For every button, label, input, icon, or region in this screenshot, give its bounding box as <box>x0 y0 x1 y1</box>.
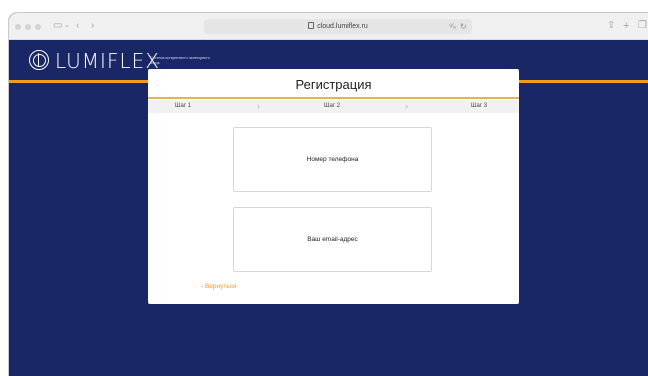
phone-option-button[interactable]: Номер телефона <box>233 127 432 192</box>
browser-window: ▭ ⌄ ‹ › cloud.lumiflex.ru ⁹⁄ₐ ↻ ⇪ + ❐ LU… <box>9 13 648 376</box>
email-option-button[interactable]: Ваш email-адрес <box>233 207 432 272</box>
browser-toolbar: ▭ ⌄ ‹ › cloud.lumiflex.ru ⁹⁄ₐ ↻ ⇪ + ❐ <box>9 13 648 40</box>
address-bar[interactable]: cloud.lumiflex.ru ⁹⁄ₐ ↻ <box>204 19 472 34</box>
step-3: Шаг 3 <box>471 103 488 109</box>
close-window-button[interactable] <box>15 24 21 30</box>
sidebar-icon[interactable]: ▭ <box>53 19 62 33</box>
phone-option-label: Номер телефона <box>306 156 359 163</box>
page-content: LUMIFLEX Система когерентного заметорног… <box>9 40 648 376</box>
chevron-right-icon[interactable]: › <box>91 19 94 33</box>
zoom-window-button[interactable] <box>35 24 41 30</box>
site-tagline: Система когерентного заметорного зонда <box>150 55 210 65</box>
chevron-right-icon: › <box>405 101 408 111</box>
page-title: Регистрация <box>295 77 372 92</box>
registration-card: Регистрация Шаг 1 › Шаг 2 › Шаг 3 Номер … <box>148 69 519 304</box>
chevron-right-icon: › <box>257 101 260 111</box>
step-indicator: Шаг 1 › Шаг 2 › Шаг 3 <box>148 100 519 113</box>
title-divider <box>148 97 519 99</box>
share-icon[interactable]: ⇪ <box>607 19 615 33</box>
step-1: Шаг 1 <box>175 103 192 109</box>
lock-icon <box>308 22 315 29</box>
minimize-window-button[interactable] <box>25 24 31 30</box>
step-2: Шаг 2 <box>324 103 341 109</box>
translate-icon[interactable]: ⁹⁄ₐ <box>449 20 456 33</box>
back-link[interactable]: ‹ Вернуться <box>201 282 237 292</box>
email-option-label: Ваш email-адрес <box>307 236 358 243</box>
logo-icon <box>29 50 49 70</box>
logo-text: LUMIFLEX <box>55 49 160 73</box>
url-text: cloud.lumiflex.ru <box>317 23 368 30</box>
url-display: cloud.lumiflex.ru <box>204 20 472 33</box>
reload-icon[interactable]: ↻ <box>460 20 467 33</box>
chevron-left-icon[interactable]: ‹ <box>76 19 79 33</box>
chevron-down-icon[interactable]: ⌄ <box>64 19 70 33</box>
tabs-icon[interactable]: ❐ <box>638 19 647 33</box>
plus-icon[interactable]: + <box>623 19 629 33</box>
